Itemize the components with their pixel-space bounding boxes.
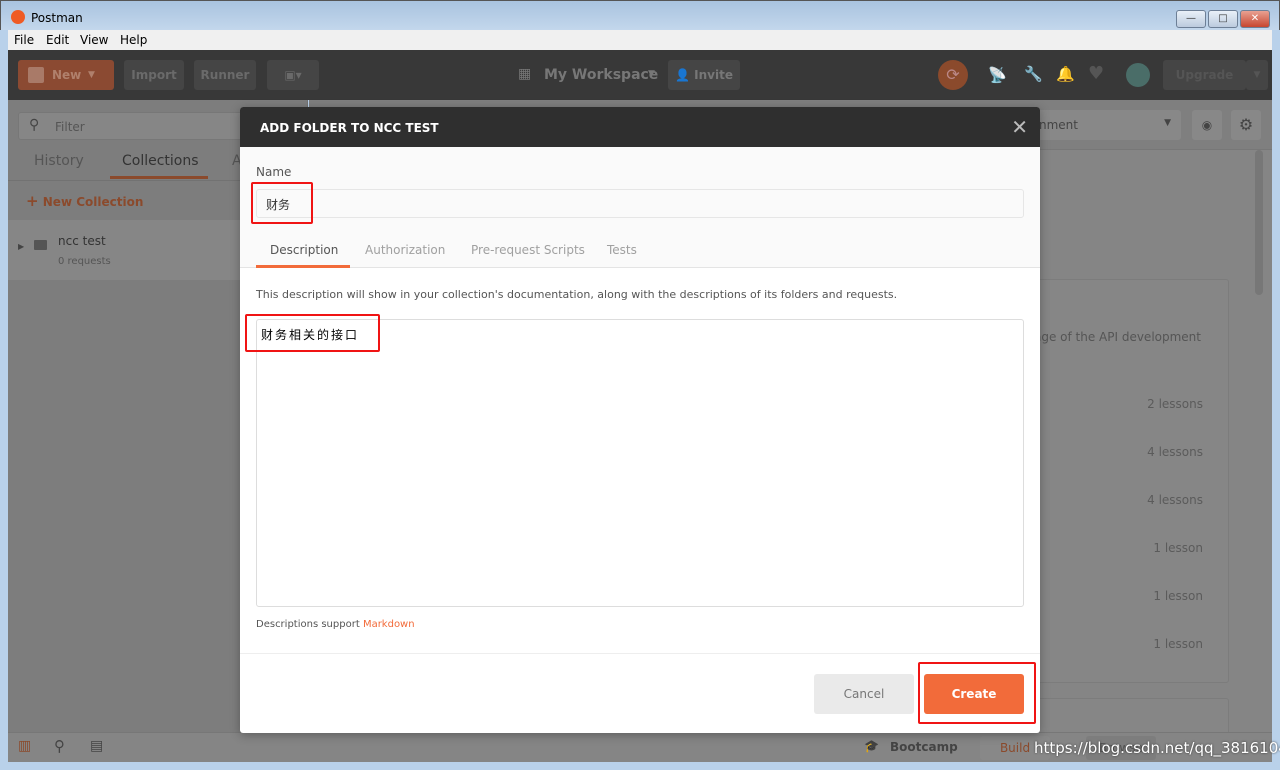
heart-icon[interactable]: ♥ xyxy=(1088,63,1104,84)
lesson-count: 4 lessons xyxy=(1147,445,1203,459)
tab-pre-request-scripts[interactable]: Pre-request Scripts xyxy=(471,243,585,257)
minimize-button[interactable]: — xyxy=(1176,10,1206,28)
lesson-count: 4 lessons xyxy=(1147,493,1203,507)
markdown-link[interactable]: Markdown xyxy=(363,619,415,630)
lesson-count: 2 lessons xyxy=(1147,397,1203,411)
close-icon[interactable]: ✕ xyxy=(1011,115,1028,139)
add-folder-modal: ADD FOLDER TO NCC TEST ✕ Name 财务 Descrip… xyxy=(240,107,1040,733)
runner-button[interactable]: Runner xyxy=(194,60,256,90)
name-label: Name xyxy=(256,165,292,179)
bell-icon[interactable]: 🔔 xyxy=(1056,65,1075,83)
app-header: New ▼ Import Runner ▣▾ ▦ My Workspace ▼ … xyxy=(8,50,1272,100)
maximize-button[interactable]: □ xyxy=(1208,10,1238,28)
bootcamp-icon: 🎓 xyxy=(864,739,879,753)
menu-help[interactable]: Help xyxy=(120,33,147,47)
markdown-prefix: Descriptions support xyxy=(256,619,360,630)
chevron-down-icon[interactable]: ▼ xyxy=(1246,60,1268,90)
environment-label: nment xyxy=(1039,118,1078,132)
new-label: New xyxy=(52,68,82,82)
tab-tests[interactable]: Tests xyxy=(607,243,637,257)
close-window-button[interactable]: ✕ xyxy=(1240,10,1270,28)
tab-history[interactable]: History xyxy=(34,153,84,169)
console-icon[interactable]: ▤ xyxy=(90,738,103,754)
collection-count: 0 requests xyxy=(58,256,111,267)
name-input[interactable]: 财务 xyxy=(256,189,1024,218)
import-button[interactable]: Import xyxy=(124,60,184,90)
upgrade-button[interactable]: Upgrade xyxy=(1163,60,1246,90)
caret-right-icon[interactable]: ▶ xyxy=(18,242,24,251)
add-user-icon: 👤 xyxy=(675,68,690,82)
bootcamp-button[interactable]: Bootcamp xyxy=(890,740,958,754)
highlight-box xyxy=(251,182,313,224)
new-window-icon[interactable]: ▣▾ xyxy=(267,60,319,90)
lesson-count: 1 lesson xyxy=(1153,637,1203,651)
wrench-icon[interactable]: 🔧 xyxy=(1024,65,1043,83)
chevron-down-icon[interactable]: ▼ xyxy=(648,69,655,79)
tab-collections[interactable]: Collections xyxy=(122,153,199,169)
folder-icon xyxy=(34,240,47,250)
status-bar: ▥ ⚲ ▤ 🎓 Bootcamp Build Browse https://bl… xyxy=(8,732,1280,762)
active-tab-indicator xyxy=(256,265,350,268)
modal-header: ADD FOLDER TO NCC TEST ✕ xyxy=(240,107,1040,147)
workspace-selector[interactable]: My Workspace xyxy=(544,67,658,83)
satellite-icon[interactable]: 📡 xyxy=(988,66,1007,84)
filter-placeholder: Filter xyxy=(55,120,85,134)
postman-logo-icon xyxy=(11,10,25,24)
window-titlebar: Postman — □ ✕ xyxy=(0,0,1280,30)
eye-icon[interactable]: ◉ xyxy=(1192,110,1222,140)
menu-bar: File Edit View Help xyxy=(8,30,1272,50)
gear-icon[interactable]: ⚙ xyxy=(1231,110,1261,140)
cancel-button[interactable]: Cancel xyxy=(814,674,914,714)
new-button[interactable]: New ▼ xyxy=(18,60,114,90)
window-title: Postman xyxy=(31,11,83,25)
menu-edit[interactable]: Edit xyxy=(46,33,69,47)
new-collection-label: New Collection xyxy=(42,195,144,209)
watermark: https://blog.csdn.net/qq_38161040 xyxy=(1034,739,1280,757)
search-icon: ⚲ xyxy=(29,117,40,133)
tab-description[interactable]: Description xyxy=(270,243,338,257)
highlight-box xyxy=(245,314,380,352)
highlight-box xyxy=(918,662,1036,724)
lesson-count: 1 lesson xyxy=(1153,589,1203,603)
lesson-count: 1 lesson xyxy=(1153,541,1203,555)
modal-title: ADD FOLDER TO NCC TEST xyxy=(260,121,439,135)
search-icon[interactable]: ⚲ xyxy=(54,737,65,755)
new-collection-button[interactable]: + New Collection xyxy=(26,192,143,210)
divider xyxy=(240,653,1040,654)
menu-view[interactable]: View xyxy=(80,33,108,47)
workspace-grid-icon: ▦ xyxy=(518,66,532,82)
description-textarea[interactable]: 财务相关的接口 xyxy=(256,319,1024,607)
active-tab-indicator xyxy=(110,176,208,179)
markdown-note: Descriptions support Markdown xyxy=(256,619,415,630)
invite-button[interactable]: 👤 Invite xyxy=(668,60,740,90)
sidebar-toggle-icon[interactable]: ▥ xyxy=(18,738,31,754)
plus-icon xyxy=(28,67,44,83)
avatar[interactable] xyxy=(1126,63,1150,87)
invite-label: Invite xyxy=(694,68,733,82)
chevron-down-icon: ▼ xyxy=(1164,118,1171,128)
scrollbar[interactable] xyxy=(1255,150,1263,295)
description-hint: This description will show in your colle… xyxy=(256,288,898,301)
chevron-down-icon[interactable]: ▼ xyxy=(88,60,95,90)
plus-icon: + xyxy=(26,192,39,210)
collection-name: ncc test xyxy=(58,234,106,248)
sync-icon[interactable]: ⟳ xyxy=(938,60,968,90)
card-description: stage of the API development xyxy=(1023,330,1201,344)
menu-file[interactable]: File xyxy=(14,33,34,47)
tab-authorization[interactable]: Authorization xyxy=(365,243,445,257)
